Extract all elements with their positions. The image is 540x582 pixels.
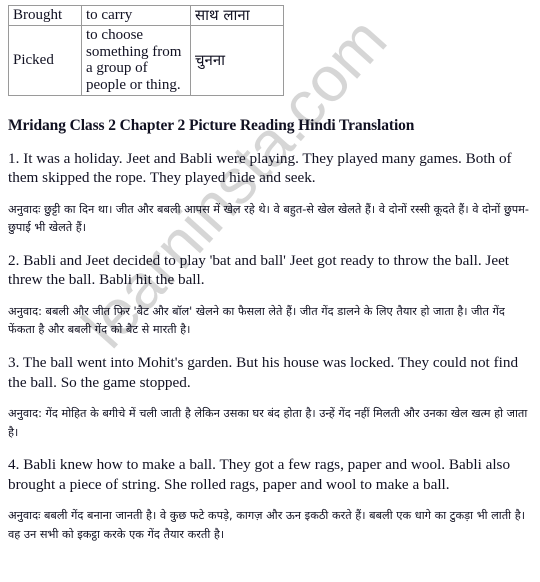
vocab-hindi-brought: साथ लाना bbox=[190, 5, 284, 26]
english-paragraph-2: 2. Babli and Jeet decided to play 'bat a… bbox=[8, 251, 510, 289]
hindi-paragraph-1: अनुवादः छुट्टी का दिन था। जीत और बबली आप… bbox=[8, 203, 529, 235]
vocabulary-table-container: Brought to carry साथ लाना Picked to choo… bbox=[0, 0, 540, 96]
page-title: Mridang Class 2 Chapter 2 Picture Readin… bbox=[8, 116, 415, 134]
translation-block-4: 4. Babli knew how to make a ball. They g… bbox=[8, 455, 532, 544]
english-paragraph-3: 3. The ball went into Mohit's garden. Bu… bbox=[8, 353, 519, 391]
vocab-hindi-picked: चुनना bbox=[190, 24, 284, 96]
translation-block-3: 3. The ball went into Mohit's garden. Bu… bbox=[8, 353, 532, 442]
article-body: Mridang Class 2 Chapter 2 Picture Readin… bbox=[0, 117, 540, 544]
table-row: Picked to choose something from a group … bbox=[8, 24, 284, 96]
page-content: Brought to carry साथ लाना Picked to choo… bbox=[0, 0, 540, 544]
hindi-paragraph-4: अनुवादः बबली गेंद बनाना जानती है। वे कुछ… bbox=[8, 509, 525, 541]
english-paragraph-4: 4. Babli knew how to make a ball. They g… bbox=[8, 455, 511, 493]
english-paragraph-1: 1. It was a holiday. Jeet and Babli were… bbox=[8, 149, 512, 187]
hindi-paragraph-2: अनुवाद: बबली और जीत फिर 'बैट और बॉल' खेल… bbox=[8, 305, 505, 337]
vocab-word-picked: Picked bbox=[8, 24, 82, 96]
translation-block-2: 2. Babli and Jeet decided to play 'bat a… bbox=[8, 251, 532, 340]
hindi-paragraph-3: अनुवाद: गेंद मोहित के बगीचे में चली जाती… bbox=[8, 407, 528, 439]
vocabulary-table: Brought to carry साथ लाना Picked to choo… bbox=[8, 5, 284, 96]
table-row: Brought to carry साथ लाना bbox=[8, 5, 284, 26]
vocab-meaning-picked: to choose something from a group of peop… bbox=[81, 24, 191, 96]
translation-block-1: 1. It was a holiday. Jeet and Babli were… bbox=[8, 149, 532, 238]
vocab-word-brought: Brought bbox=[8, 5, 82, 26]
vocabulary-table-body: Brought to carry साथ लाना Picked to choo… bbox=[8, 5, 284, 96]
vocab-meaning-brought: to carry bbox=[81, 5, 191, 26]
